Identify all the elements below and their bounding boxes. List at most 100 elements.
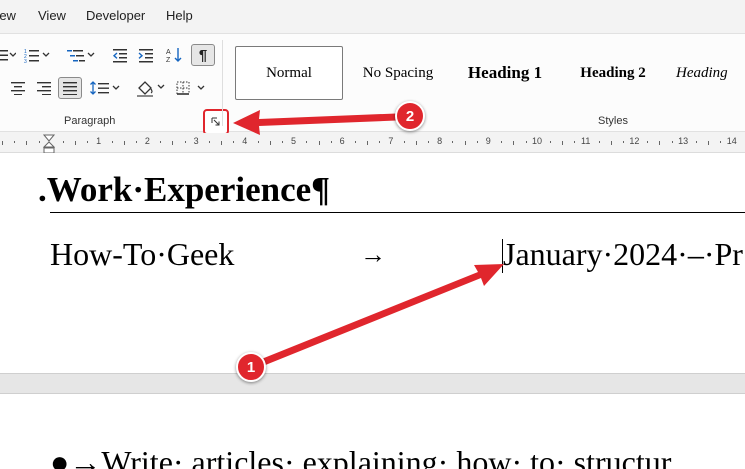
ruler-tick [257, 141, 259, 143]
increase-indent-button[interactable] [134, 44, 158, 66]
ruler-number: 5 [290, 136, 296, 146]
group-separator [222, 40, 223, 126]
decrease-indent-icon [112, 49, 127, 63]
ruler-tick [160, 141, 162, 143]
ruler-tick [574, 141, 576, 143]
style-normal[interactable]: Normal [235, 46, 343, 100]
bullets-icon [0, 50, 16, 61]
ruler-number: 6 [339, 136, 345, 146]
ruler-tick [14, 141, 16, 143]
numbering-button[interactable]: 123 [22, 44, 52, 66]
svg-text:3: 3 [24, 59, 27, 63]
ruler-tick [355, 141, 357, 143]
ruler-tick [501, 141, 503, 143]
ruler-number: 10 [532, 136, 543, 146]
borders-button[interactable] [174, 77, 208, 99]
justify-icon [63, 82, 77, 95]
ruler-tick [464, 141, 466, 145]
ruler-tick [403, 141, 405, 143]
ruler-tick [708, 141, 710, 145]
ruler-tick [111, 141, 113, 143]
styles-group-label: Styles [598, 115, 628, 127]
show-formatting-button[interactable]: ¶ [191, 44, 215, 66]
paragraph-dialog-launcher[interactable] [203, 109, 229, 135]
increase-indent-icon [138, 49, 153, 63]
align-right-button[interactable] [32, 77, 56, 99]
menu-help[interactable]: Help [166, 8, 193, 23]
ruler-tick [318, 141, 320, 145]
ruler-tick [233, 141, 235, 143]
indent-marker-icon[interactable] [43, 134, 55, 154]
ruler-tick [26, 141, 28, 145]
tab-character-mark: → [360, 240, 386, 269]
ruler-tick [379, 141, 381, 143]
decrease-indent-button[interactable] [108, 44, 132, 66]
show-formatting-icon: ¶ [198, 46, 208, 64]
dialog-launcher-icon [211, 117, 220, 126]
ruler-tick [513, 141, 515, 145]
text-cursor [502, 239, 503, 273]
ruler-tick [135, 141, 137, 143]
style-heading-3[interactable]: Heading [676, 46, 745, 100]
horizontal-ruler[interactable]: 1 2 3 4 5 6 7 8 9 10 11 12 13 14 [0, 133, 745, 154]
annotation-badge-1: 1 [236, 352, 266, 382]
style-heading-1[interactable]: Heading 1 [455, 46, 555, 100]
multilevel-list-button[interactable] [64, 44, 96, 66]
style-heading-2[interactable]: Heading 2 [568, 46, 658, 100]
ruler-tick [75, 141, 77, 145]
sort-button[interactable]: AZ [162, 44, 186, 66]
menu-developer[interactable]: Developer [86, 8, 145, 23]
ruler-tick [184, 141, 186, 143]
ruler-tick [415, 141, 417, 145]
ribbon: 123 AZ ¶ Paragraph Normal No Spacing Hea… [0, 33, 745, 135]
borders-icon [176, 81, 205, 95]
ruler-number: 3 [193, 136, 199, 146]
ruler-tick [647, 141, 649, 143]
menu-bar: View View Developer Help [0, 0, 745, 33]
shading-button[interactable] [134, 77, 168, 99]
work-experience-heading[interactable]: .Work·Experience¶ [38, 170, 330, 210]
ruler-tick [282, 141, 284, 143]
shading-icon [137, 81, 165, 97]
ruler-tick [330, 141, 332, 143]
line-spacing-icon [90, 81, 120, 95]
page-break-gap [0, 373, 745, 394]
ruler-number: 14 [726, 136, 737, 146]
ruler-tick [428, 141, 430, 143]
ruler-tick [720, 141, 722, 143]
align-center-button[interactable] [6, 77, 30, 99]
ruler-tick [610, 141, 612, 145]
ruler-tick [525, 141, 527, 143]
ruler-tick [659, 141, 661, 145]
ruler-tick [38, 141, 40, 143]
ruler-number: 11 [581, 136, 591, 146]
ruler-tick [598, 141, 600, 143]
sort-icon: AZ [166, 48, 182, 64]
ruler-tick [269, 141, 271, 145]
bullets-button[interactable] [0, 44, 18, 66]
employment-date-text[interactable]: January·2024·–·Pr [503, 236, 743, 273]
ruler-tick [87, 141, 89, 143]
ruler-tick [172, 141, 174, 145]
ruler-number: 8 [437, 136, 443, 146]
ruler-tick [2, 141, 3, 145]
align-right-icon [37, 82, 51, 95]
bullet-point-text[interactable]: ●→Write· articles· explaining· how· to· … [50, 444, 671, 469]
menu-view-item[interactable]: View [38, 8, 66, 23]
justify-button[interactable] [58, 77, 82, 99]
style-no-spacing[interactable]: No Spacing [350, 46, 446, 100]
ruler-tick [622, 141, 624, 143]
ruler-tick [123, 141, 125, 145]
heading-bottom-border [50, 212, 745, 213]
ruler-tick [367, 141, 369, 145]
menu-view[interactable]: View [0, 8, 16, 23]
ruler-tick [476, 141, 478, 143]
company-name-text[interactable]: How-To·Geek [50, 236, 234, 273]
svg-text:A: A [166, 49, 171, 56]
ruler-tick [549, 141, 551, 143]
line-spacing-button[interactable] [88, 77, 122, 99]
ruler-number: 7 [388, 136, 394, 146]
ruler-tick [562, 141, 564, 145]
paragraph-group-label: Paragraph [64, 115, 116, 127]
ruler-tick [695, 141, 697, 143]
